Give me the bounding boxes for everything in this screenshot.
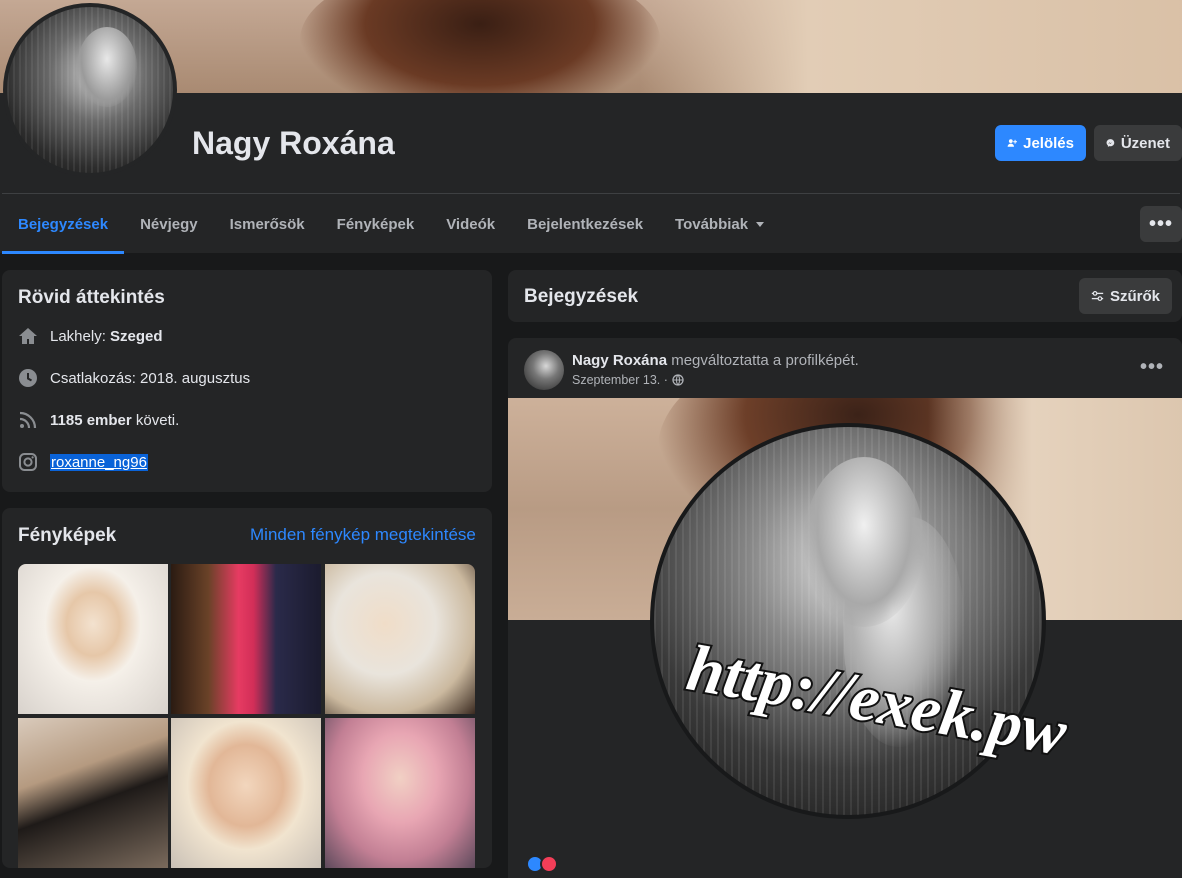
post-author-name[interactable]: Nagy Roxána xyxy=(572,352,667,369)
profile-name: Nagy Roxána xyxy=(192,125,395,161)
photo-thumbnail[interactable] xyxy=(325,564,475,714)
love-reaction-icon xyxy=(540,855,558,873)
cover-photo-shape xyxy=(640,0,1182,93)
sliders-icon xyxy=(1091,291,1104,301)
post-author-avatar[interactable] xyxy=(524,350,564,390)
intro-instagram: roxanne_ng96 xyxy=(18,452,148,472)
message-label: Üzenet xyxy=(1120,134,1170,152)
tab-label: Névjegy xyxy=(140,215,198,233)
tab-friends[interactable]: Ismerősök xyxy=(214,194,321,254)
home-icon xyxy=(18,326,38,346)
post-menu-button[interactable]: ••• xyxy=(1140,356,1164,379)
add-friend-button[interactable]: Jelölés xyxy=(995,125,1086,161)
followers-count[interactable]: 1185 ember xyxy=(50,412,132,429)
tab-label: Bejegyzések xyxy=(18,215,109,233)
message-button[interactable]: Üzenet xyxy=(1094,125,1182,161)
profile-more-button[interactable]: ••• xyxy=(1140,206,1182,242)
photos-title: Fényképek xyxy=(18,525,117,546)
intro-followers: 1185 ember követi. xyxy=(18,410,179,430)
add-friend-label: Jelölés xyxy=(1023,134,1074,152)
post-meta: Szeptember 13. · xyxy=(572,373,684,387)
clock-icon xyxy=(18,368,38,388)
photo-thumbnail[interactable] xyxy=(171,718,321,868)
profile-avatar[interactable] xyxy=(3,3,177,177)
avatar-face xyxy=(77,27,137,107)
photos-card: Fényképek Minden fénykép megtekintése xyxy=(2,508,492,868)
tab-more[interactable]: Továbbiak xyxy=(659,194,780,254)
photo-thumbnail[interactable] xyxy=(171,564,321,714)
followers-suffix: követi. xyxy=(131,411,180,429)
post-profile-picture[interactable] xyxy=(650,423,1046,819)
post-action: megváltoztatta a profilképét. xyxy=(667,352,859,369)
picture-face xyxy=(804,457,924,627)
post-reactions[interactable] xyxy=(526,855,558,873)
filters-label: Szűrők xyxy=(1109,287,1160,305)
intro-location-text: Lakhely: Szeged xyxy=(50,328,163,345)
cover-photo[interactable] xyxy=(0,0,1182,93)
filters-button[interactable]: Szűrők xyxy=(1079,278,1172,314)
add-friend-icon xyxy=(1007,139,1017,147)
posts-header-card: Bejegyzések Szűrők xyxy=(508,270,1182,322)
tab-posts[interactable]: Bejegyzések xyxy=(2,194,125,254)
tab-label: Videók xyxy=(446,215,496,233)
tab-check-ins[interactable]: Bejelentkezések xyxy=(511,194,659,254)
tab-label: Fényképek xyxy=(336,215,415,233)
see-all-photos-link[interactable]: Minden fénykép megtekintése xyxy=(250,525,476,545)
photo-thumbnail[interactable] xyxy=(325,718,475,868)
globe-icon xyxy=(672,374,684,386)
tab-label: Ismerősök xyxy=(229,215,305,233)
intro-card: Rövid áttekintés Lakhely: Szeged Csatlak… xyxy=(2,270,492,492)
tab-label: Továbbiak xyxy=(675,215,749,233)
intro-location: Lakhely: Szeged xyxy=(18,326,163,346)
photo-thumbnail[interactable] xyxy=(18,564,168,714)
messenger-icon xyxy=(1106,139,1115,147)
instagram-link[interactable]: roxanne_ng96 xyxy=(50,453,148,471)
intro-joined: Csatlakozás: 2018. augusztus xyxy=(18,368,250,388)
posts-title: Bejegyzések xyxy=(524,286,639,307)
tab-photos[interactable]: Fényképek xyxy=(321,194,431,254)
intro-title: Rövid áttekintés xyxy=(18,287,165,308)
tab-videos[interactable]: Videók xyxy=(430,194,511,254)
photo-thumbnail[interactable] xyxy=(18,718,168,868)
intro-joined-text: Csatlakozás: 2018. augusztus xyxy=(50,369,251,387)
caret-down-icon xyxy=(756,221,765,227)
post-headline: Nagy Roxána megváltoztatta a profilképét… xyxy=(572,352,859,369)
tab-label: Bejelentkezések xyxy=(527,215,644,233)
cover-photo-shape xyxy=(300,0,660,93)
rss-icon xyxy=(18,410,38,430)
instagram-icon xyxy=(18,452,38,472)
location-value[interactable]: Szeged xyxy=(110,328,163,345)
post-date[interactable]: Szeptember 13. · xyxy=(572,373,668,387)
location-label: Lakhely: xyxy=(50,327,111,345)
intro-followers-text: 1185 ember követi. xyxy=(50,412,179,429)
profile-tabs: Bejegyzések Névjegy Ismerősök Fényképek … xyxy=(2,194,780,254)
tab-about[interactable]: Névjegy xyxy=(124,194,214,254)
